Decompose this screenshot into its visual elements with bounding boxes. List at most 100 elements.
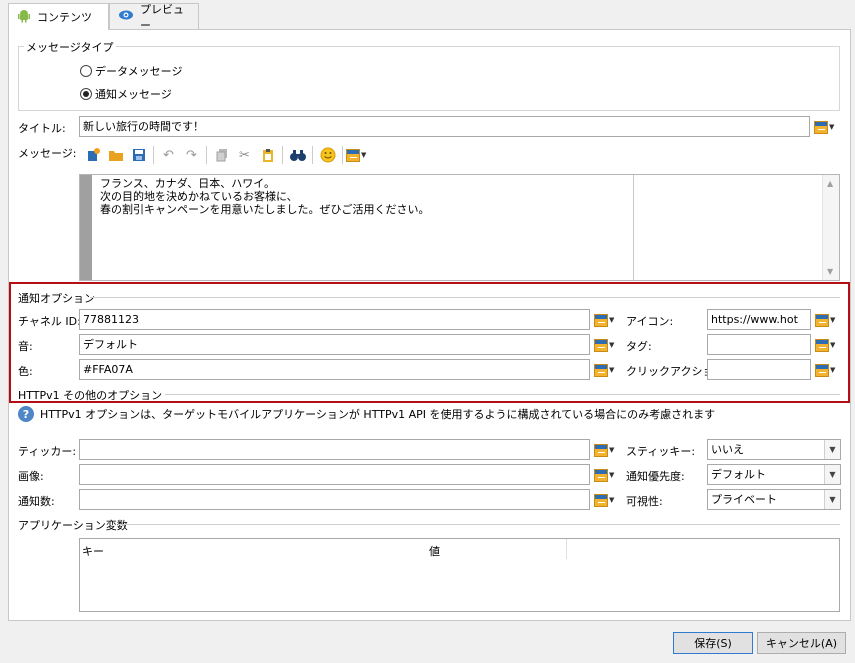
- column-header-key[interactable]: キー: [82, 543, 104, 559]
- scroll-up-icon[interactable]: ▲: [827, 179, 833, 188]
- toolbar-separator: [342, 146, 343, 164]
- sticky-select[interactable]: いいえ ▼: [707, 439, 841, 460]
- title-expression-button[interactable]: ▼: [814, 118, 840, 136]
- httpv1-info: ? HTTPv1 オプションは、ターゲットモバイルアプリケーションが HTTPv…: [18, 406, 715, 422]
- eye-icon: [118, 9, 134, 24]
- message-editor[interactable]: フランス、カナダ、日本、ハワイ。 次の目的地を決めかねているお客様に、 春の割引…: [79, 174, 840, 281]
- httpv1-options-title: HTTPv1 その他のオプション: [18, 389, 163, 402]
- open-folder-icon[interactable]: [104, 144, 127, 166]
- expression-icon: [814, 120, 828, 134]
- redo-icon[interactable]: ↷: [180, 144, 203, 166]
- title-input[interactable]: 新しい旅行の時間です！: [79, 116, 810, 137]
- message-line: 次の目的地を決めかねているお客様に、: [100, 190, 298, 203]
- ticker-label: ティッカー:: [18, 445, 77, 458]
- message-text[interactable]: フランス、カナダ、日本、ハワイ。 次の目的地を決めかねているお客様に、 春の割引…: [100, 177, 429, 216]
- notification-count-expression-button[interactable]: ▼: [594, 491, 620, 509]
- expression-icon: [594, 338, 608, 352]
- tab-preview[interactable]: プレビュー: [109, 3, 199, 32]
- tab-content[interactable]: コンテンツ: [8, 3, 109, 30]
- radio-label: データメッセージ: [95, 65, 183, 78]
- notification-options-title: 通知オプション: [18, 292, 95, 305]
- emoji-icon[interactable]: [316, 144, 339, 166]
- radio-data-message[interactable]: データメッセージ: [80, 63, 182, 79]
- personalize-icon[interactable]: [81, 144, 104, 166]
- radio-notification-message[interactable]: 通知メッセージ: [80, 86, 172, 102]
- expression-icon: [594, 363, 608, 377]
- radio-label: 通知メッセージ: [95, 88, 172, 101]
- message-line: 春の割引キャンペーンを用意いたしました。ぜひご活用ください。: [100, 203, 430, 216]
- sound-input[interactable]: デフォルト: [79, 334, 590, 355]
- ticker-expression-button[interactable]: ▼: [594, 441, 620, 459]
- chevron-down-icon: ▼: [609, 446, 615, 454]
- save-icon[interactable]: [127, 144, 150, 166]
- editor-gutter: [80, 175, 92, 280]
- color-expression-button[interactable]: ▼: [594, 361, 620, 379]
- paste-icon[interactable]: [256, 144, 279, 166]
- tab-content-label: コンテンツ: [37, 11, 92, 24]
- toolbar-separator: [282, 146, 283, 164]
- chevron-down-icon: ▼: [609, 471, 615, 479]
- color-input[interactable]: #FFA07A: [79, 359, 590, 380]
- section-divider: [165, 394, 840, 395]
- section-divider: [118, 524, 840, 525]
- sound-label: 音:: [18, 340, 33, 353]
- toolbar-separator: [312, 146, 313, 164]
- image-input[interactable]: [79, 464, 590, 485]
- notification-count-label: 通知数:: [18, 495, 55, 508]
- radio-button[interactable]: [80, 65, 92, 77]
- app-variables-table[interactable]: キー 値: [79, 538, 840, 612]
- chevron-down-icon[interactable]: ▼: [824, 490, 840, 509]
- find-binoculars-icon[interactable]: [286, 144, 309, 166]
- httpv1-info-text: HTTPv1 オプションは、ターゲットモバイルアプリケーションが HTTPv1 …: [40, 408, 716, 421]
- expression-icon: [346, 148, 360, 162]
- chevron-down-icon: ▼: [609, 341, 615, 349]
- sound-expression-button[interactable]: ▼: [594, 336, 620, 354]
- click-action-expression-button[interactable]: ▼: [815, 361, 841, 379]
- chevron-down-icon: ▼: [609, 316, 615, 324]
- tag-input[interactable]: [707, 334, 811, 355]
- sticky-value: いいえ: [711, 443, 744, 456]
- chevron-down-icon: ▼: [609, 366, 615, 374]
- expression-icon: [594, 443, 608, 457]
- click-action-input[interactable]: [707, 359, 811, 380]
- notification-count-input[interactable]: [79, 489, 590, 510]
- tab-preview-label: プレビュー: [140, 2, 184, 32]
- expression-icon: [594, 313, 608, 327]
- radio-button[interactable]: [80, 88, 92, 100]
- chevron-down-icon[interactable]: ▼: [824, 465, 840, 484]
- expression-icon: [815, 363, 829, 377]
- cancel-button[interactable]: キャンセル(A): [757, 632, 846, 654]
- message-expression-button[interactable]: ▼: [346, 146, 372, 164]
- chevron-down-icon: ▼: [361, 151, 367, 159]
- expression-icon: [594, 493, 608, 507]
- priority-select[interactable]: デフォルト ▼: [707, 464, 841, 485]
- undo-icon[interactable]: ↶: [157, 144, 180, 166]
- chevron-down-icon: ▼: [830, 341, 836, 349]
- icon-expression-button[interactable]: ▼: [815, 311, 841, 329]
- toolbar-separator: [206, 146, 207, 164]
- help-icon: ?: [18, 406, 34, 422]
- expression-icon: [815, 338, 829, 352]
- message-label: メッセージ:: [18, 147, 77, 160]
- vertical-scrollbar[interactable]: ▲ ▼: [822, 175, 839, 280]
- color-label: 色:: [18, 365, 33, 378]
- save-button[interactable]: 保存(S): [673, 632, 753, 654]
- expression-icon: [594, 468, 608, 482]
- channel-id-input[interactable]: 77881123: [79, 309, 590, 330]
- copy-icon[interactable]: [210, 144, 233, 166]
- visibility-value: プライベート: [711, 493, 777, 506]
- scroll-down-icon[interactable]: ▼: [827, 267, 833, 276]
- tag-label: タグ:: [626, 340, 652, 353]
- chevron-down-icon[interactable]: ▼: [824, 440, 840, 459]
- channel-id-expression-button[interactable]: ▼: [594, 311, 620, 329]
- visibility-select[interactable]: プライベート ▼: [707, 489, 841, 510]
- tag-expression-button[interactable]: ▼: [815, 336, 841, 354]
- image-expression-button[interactable]: ▼: [594, 466, 620, 484]
- chevron-down-icon: ▼: [830, 366, 836, 374]
- app-variables-title: アプリケーション変数: [18, 519, 128, 532]
- icon-input[interactable]: https://www.hot: [707, 309, 811, 330]
- column-header-value[interactable]: 値: [429, 543, 440, 559]
- cut-icon[interactable]: ✂: [233, 144, 256, 166]
- chevron-down-icon: ▼: [829, 123, 835, 131]
- ticker-input[interactable]: [79, 439, 590, 460]
